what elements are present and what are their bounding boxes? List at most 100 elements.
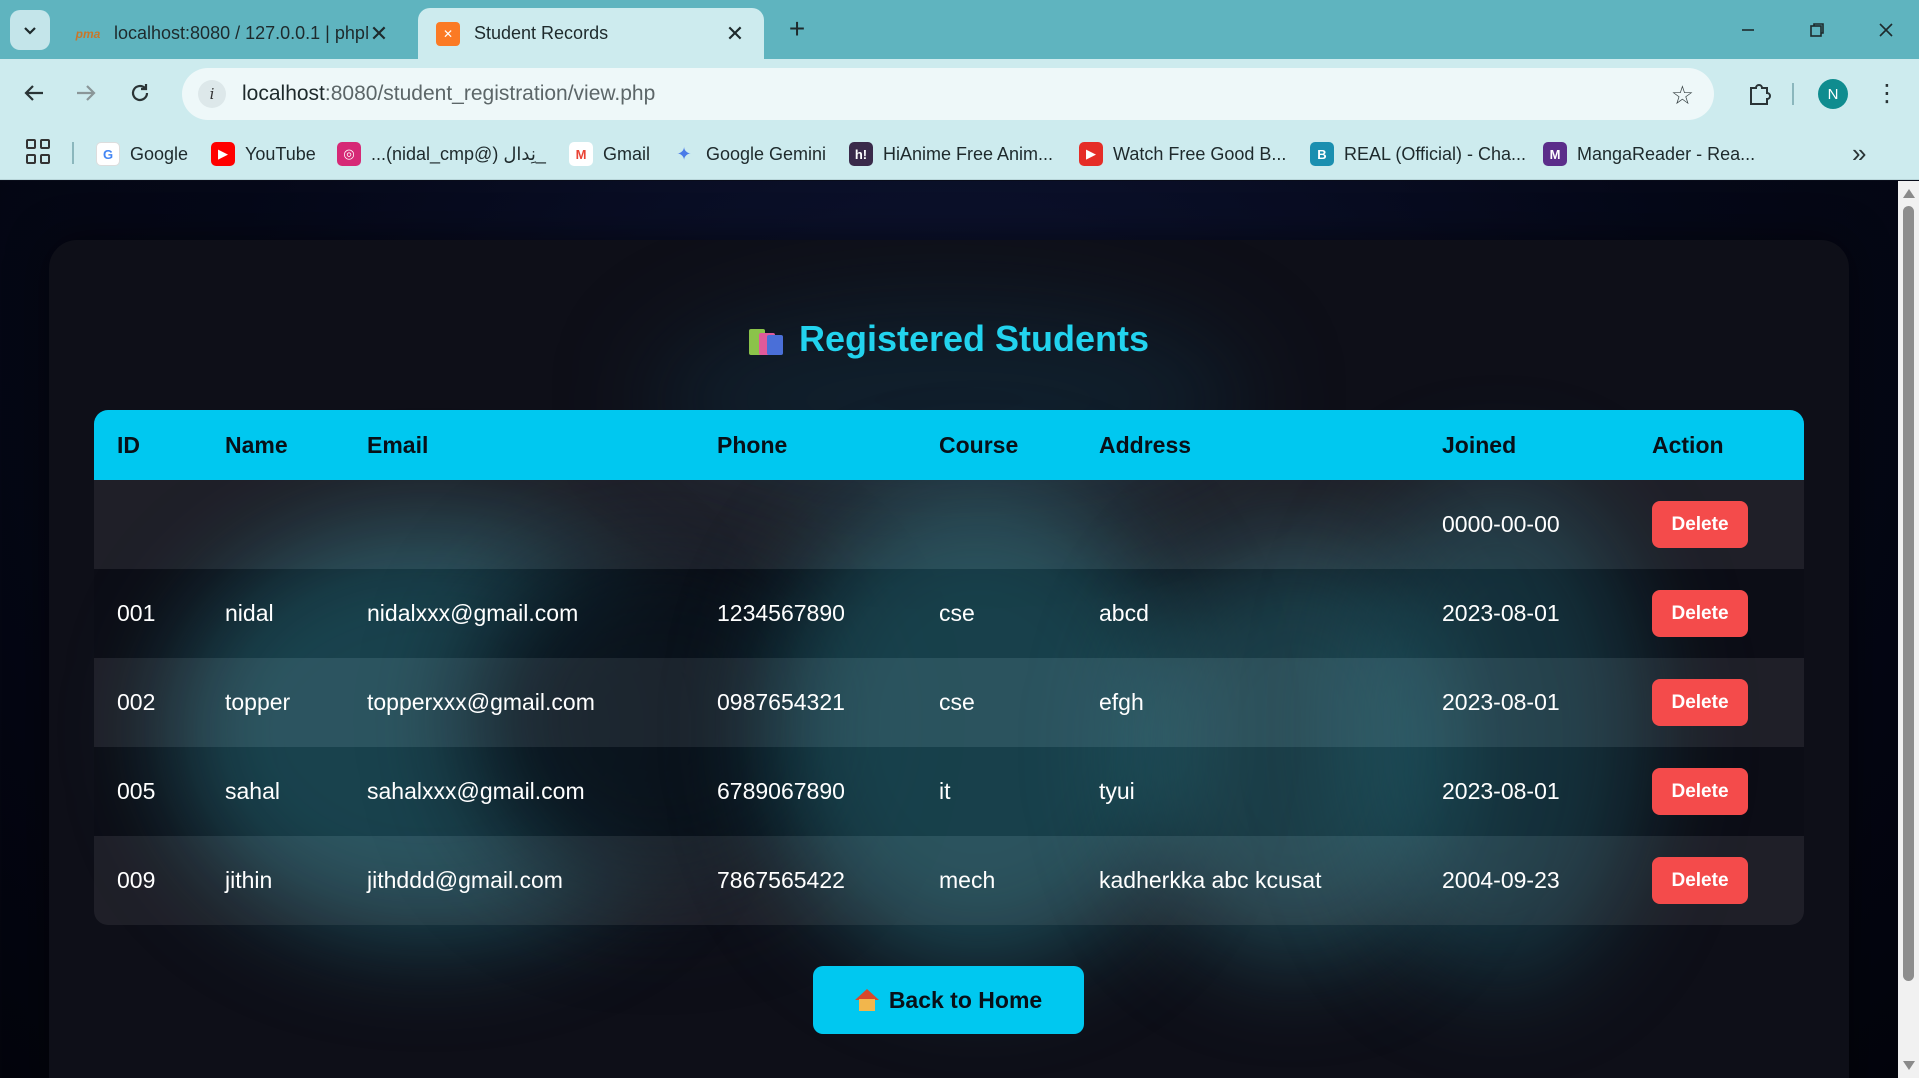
bookmark-gemini[interactable]: ✦ Google Gemini — [672, 140, 826, 168]
tab-student-records[interactable]: ✕ Student Records ✕ — [418, 8, 764, 59]
more-menu-icon[interactable]: ⋮ — [1872, 73, 1902, 113]
bookmark-label: Watch Free Good B... — [1113, 143, 1287, 164]
column-header-joined: Joined — [1442, 431, 1517, 458]
gemini-icon: ✦ — [676, 143, 692, 164]
bookmark-label: ...(nidal_cmp@) نِدال_ — [371, 143, 546, 164]
column-header-phone: Phone — [717, 431, 788, 458]
cell-phone: 0987654321 — [717, 689, 845, 715]
tab-title: localhost:8080 / 127.0.0.1 | phpMyAdmin — [114, 23, 368, 43]
back-to-home-label: Back to Home — [888, 986, 1043, 1013]
url-text: localhost:8080/student_registration/view… — [242, 82, 655, 106]
window-close-button[interactable] — [1866, 10, 1906, 50]
close-icon[interactable]: ✕ — [368, 21, 390, 47]
bookmarks-divider — [72, 142, 74, 164]
bookmark-star-icon[interactable]: ☆ — [1671, 80, 1694, 111]
cell-name: sahal — [225, 778, 280, 804]
cell-joined: 2004-09-23 — [1442, 867, 1560, 893]
forward-button[interactable] — [66, 73, 106, 113]
cell-name: nidal — [225, 600, 274, 626]
browser-toolbar: i localhost:8080/student_registration/vi… — [0, 59, 1919, 128]
bookmark-instagram[interactable]: ◎ ...(nidal_cmp@) نِدال_ — [337, 140, 546, 168]
house-icon — [854, 989, 879, 1011]
students-table: ID Name Email Phone Course Address Joine… — [94, 410, 1804, 925]
bookmark-mangareader[interactable]: M MangaReader - Rea... — [1543, 140, 1755, 168]
cell-joined: 2023-08-01 — [1442, 600, 1560, 626]
cell-id: 001 — [117, 600, 156, 626]
minimize-button[interactable] — [1728, 10, 1768, 50]
column-header-action: Action — [1652, 431, 1724, 458]
bookmark-youtube[interactable]: ▶ YouTube — [211, 140, 316, 168]
table-row: 0000-00-00 Delete — [94, 480, 1804, 569]
site-info-icon[interactable]: i — [198, 80, 226, 108]
cell-action: Delete — [1629, 836, 1804, 925]
url-path: :8080/student_registration/view.php — [324, 82, 656, 105]
cell-phone: 6789067890 — [717, 778, 845, 804]
scroll-up-arrow-icon[interactable] — [1903, 189, 1915, 198]
close-icon[interactable]: ✕ — [724, 21, 746, 47]
phpmyadmin-icon: pma — [75, 26, 101, 41]
play-icon: ▶ — [1079, 142, 1103, 166]
mangareader-icon: M — [1543, 142, 1567, 166]
bookmark-hianime[interactable]: h! HiAnime Free Anim... — [849, 140, 1053, 168]
cell-course: cse — [939, 689, 975, 715]
bookmark-gmail[interactable]: M Gmail — [569, 140, 650, 168]
cell-address: efgh — [1099, 689, 1144, 715]
puzzle-icon — [1750, 84, 1771, 105]
back-button[interactable] — [14, 73, 54, 113]
chevron-double-right-icon[interactable]: » — [1852, 138, 1866, 169]
cell-course — [916, 480, 1076, 569]
restore-icon — [1810, 23, 1824, 37]
new-tab-button[interactable]: + — [782, 14, 812, 44]
page-title-text: Registered Students — [798, 318, 1150, 359]
delete-button[interactable]: Delete — [1652, 857, 1748, 904]
chevron-down-icon — [24, 27, 36, 35]
vertical-scrollbar[interactable] — [1898, 181, 1919, 1078]
scroll-down-arrow-icon[interactable] — [1903, 1061, 1915, 1070]
cell-id — [94, 480, 202, 569]
extensions-button[interactable] — [1740, 73, 1780, 113]
cell-name — [202, 480, 344, 569]
cell-action: Delete — [1629, 569, 1804, 658]
cell-address: kadherkka abc kcusat — [1099, 867, 1322, 893]
reload-button[interactable] — [120, 73, 160, 113]
delete-button[interactable]: Delete — [1652, 590, 1748, 637]
delete-button[interactable]: Delete — [1652, 501, 1748, 548]
address-bar[interactable]: i localhost:8080/student_registration/vi… — [182, 68, 1714, 120]
apps-grid-icon[interactable] — [26, 139, 52, 165]
cell-email: nidalxxx@gmail.com — [367, 600, 579, 626]
profile-avatar[interactable]: N — [1818, 79, 1848, 109]
delete-button[interactable]: Delete — [1652, 768, 1748, 815]
youtube-icon: ▶ — [211, 142, 235, 166]
close-icon — [1879, 23, 1893, 37]
hianime-icon: h! — [849, 142, 873, 166]
cell-address: abcd — [1099, 600, 1149, 626]
cell-phone: 1234567890 — [717, 600, 845, 626]
toolbar-divider — [1792, 83, 1794, 105]
reload-icon — [131, 84, 149, 102]
back-to-home-button[interactable]: Back to Home — [813, 966, 1084, 1034]
restore-button[interactable] — [1797, 10, 1837, 50]
delete-button[interactable]: Delete — [1652, 679, 1748, 726]
column-header-name: Name — [225, 431, 288, 458]
cell-address — [1076, 480, 1419, 569]
cell-id: 009 — [117, 867, 156, 893]
column-header-address: Address — [1099, 431, 1192, 458]
tab-phpmyadmin[interactable]: pma localhost:8080 / 127.0.0.1 | phpMyAd… — [58, 8, 408, 59]
column-header-email: Email — [367, 431, 429, 458]
cell-action: Delete — [1629, 480, 1804, 569]
cell-phone — [694, 480, 916, 569]
bookmark-watch-free[interactable]: ▶ Watch Free Good B... — [1079, 140, 1286, 168]
cell-course: mech — [939, 867, 996, 893]
minimize-icon — [1742, 29, 1754, 31]
cell-joined: 0000-00-00 — [1442, 511, 1560, 537]
page-viewport: Registered Students ID Name Email Phone … — [0, 181, 1898, 1078]
scrollbar-thumb[interactable] — [1903, 206, 1914, 981]
page-title: Registered Students — [49, 318, 1849, 360]
bookmark-real-official[interactable]: B REAL (Official) - Cha... — [1310, 140, 1526, 168]
google-icon: G — [96, 142, 120, 166]
bookmark-google[interactable]: G Google — [96, 140, 188, 168]
bookmark-label: YouTube — [245, 143, 316, 164]
tab-search-button[interactable] — [10, 10, 50, 50]
cell-phone: 7867565422 — [717, 867, 845, 893]
cell-action: Delete — [1629, 747, 1804, 836]
